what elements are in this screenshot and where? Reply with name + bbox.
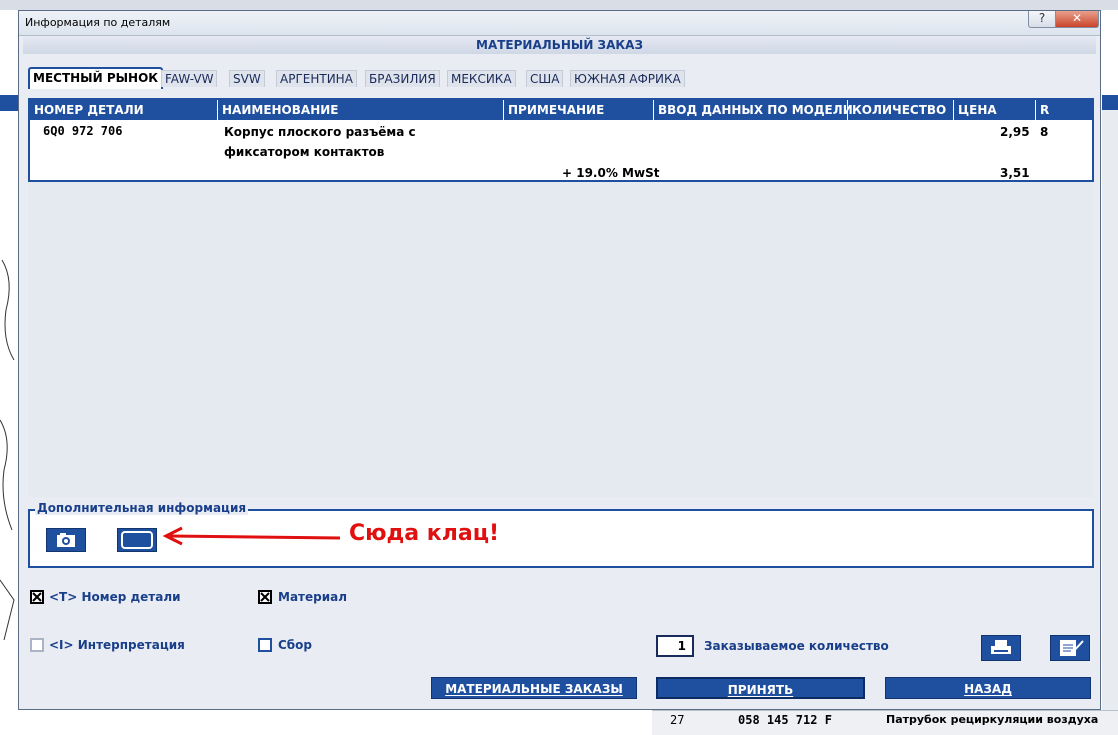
annotation-arrow-icon [162,526,341,546]
material-option-label[interactable]: Материал [278,590,347,604]
tab-mexico[interactable]: МЕКСИКА [447,70,516,87]
column-part-number[interactable]: НОМЕР ДЕТАЛИ [30,100,218,120]
edit-notes-button[interactable] [1050,635,1090,661]
assembly-option-label[interactable]: Сбор [278,638,312,652]
tab-local-market[interactable]: МЕСТНЫЙ РЫНОК [28,67,164,89]
dialog-title: Информация по деталям [25,16,171,29]
background-parts-drawing [0,259,15,641]
tab-faw-vw[interactable]: FAW-VW [161,70,218,87]
empty-content-area [28,182,1094,497]
background-parts-row: 27 058 145 712 F Патрубок рециркуляции в… [652,710,1118,735]
part-number: 6Q0 972 706 [43,124,123,138]
column-model-data[interactable]: ВВОД ДАННЫХ ПО МОДЕЛИ [654,100,853,120]
edit-document-icon [1060,640,1084,656]
part-r: 8 [1040,125,1049,139]
additional-info-legend: Дополнительная информация [35,501,249,515]
column-r[interactable]: R [1036,100,1092,120]
frame-icon [121,531,153,549]
image-frame-button[interactable] [117,528,157,552]
checkmark-icon [32,592,42,602]
camera-icon [57,533,75,547]
background-app-header-left [0,95,18,111]
tab-brazil[interactable]: БРАЗИЛИЯ [365,70,440,87]
column-name[interactable]: НАИМЕНОВАНИЕ [218,100,504,120]
tax-label: + 19.0% MwSt [562,166,660,180]
help-button[interactable]: ? [1028,11,1056,28]
order-table: НОМЕР ДЕТАЛИ НАИМЕНОВАНИЕ ПРИМЕЧАНИЕ ВВО… [28,98,1094,182]
background-app-header-right [1102,95,1118,111]
print-button[interactable] [981,635,1021,661]
page-title: МАТЕРИАЛЬНЫЙ ЗАКАЗ [23,36,1096,54]
background-app-topbar [0,0,1118,10]
order-quantity-label: Заказываемое количество [704,639,889,653]
order-quantity-input[interactable]: 1 [656,635,694,657]
column-price[interactable]: ЦЕНА [954,100,1036,120]
close-button[interactable]: ✕ [1055,11,1099,28]
column-quantity[interactable]: КОЛИЧЕСТВО [848,100,954,120]
printer-icon [991,640,1011,654]
photo-button[interactable] [46,528,86,552]
part-number-option-label[interactable]: <T> Номер детали [49,590,181,604]
tab-south-africa[interactable]: ЮЖНАЯ АФРИКА [570,70,685,87]
table-header: НОМЕР ДЕТАЛИ НАИМЕНОВАНИЕ ПРИМЕЧАНИЕ ВВО… [30,100,1092,120]
background-row-part: 058 145 712 F [738,713,832,727]
interpretation-option-label[interactable]: <I> Интерпретация [49,638,185,652]
part-info-dialog: Информация по деталям ? ✕ МАТЕРИАЛЬНЫЙ З… [18,10,1101,710]
assembly-checkbox[interactable] [258,638,272,652]
part-number-checkbox[interactable] [30,590,44,604]
background-row-index: 27 [670,713,685,727]
material-checkbox[interactable] [258,590,272,604]
tab-svw[interactable]: SVW [229,70,265,87]
annotation-text: Сюда клац! [349,521,500,546]
back-button[interactable]: НАЗАД [885,677,1091,699]
dialog-titlebar[interactable]: Информация по деталям ? ✕ [19,11,1100,36]
tax-price: 3,51 [1000,166,1030,180]
tab-argentina[interactable]: АРГЕНТИНА [276,70,357,87]
material-orders-button[interactable]: МАТЕРИАЛЬНЫЕ ЗАКАЗЫ [431,677,637,699]
part-price: 2,95 [1000,125,1030,139]
background-row-name: Патрубок рециркуляции воздуха [886,713,1099,726]
interpretation-checkbox[interactable] [30,638,44,652]
column-note[interactable]: ПРИМЕЧАНИЕ [504,100,654,120]
tab-usa[interactable]: США [526,70,564,87]
accept-button[interactable]: ПРИНЯТЬ [656,677,865,699]
checkmark-icon [260,592,270,602]
part-name-line2: фиксатором контактов [224,145,385,159]
background-app-right-panel [1102,110,1118,710]
part-name-line1: Корпус плоского разъёма с [224,125,416,139]
